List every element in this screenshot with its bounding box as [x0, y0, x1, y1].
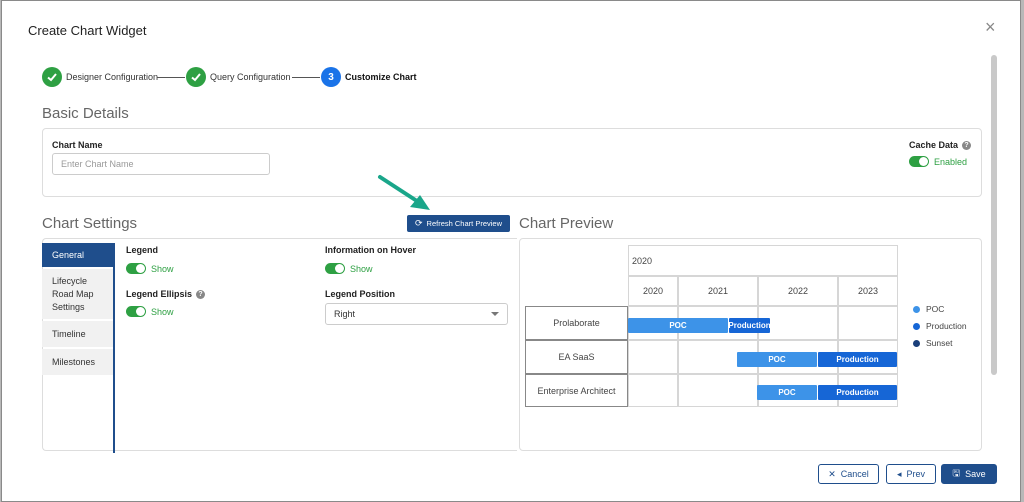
settings-nav-general[interactable]: General [42, 243, 113, 267]
legend-ellipsis-label: Legend Ellipsis? [126, 289, 206, 300]
information-on-hover-toggle[interactable]: Show [325, 263, 373, 274]
settings-nav-milestones[interactable]: Milestones [42, 349, 113, 375]
nav-divider [113, 243, 115, 453]
toggle-switch[interactable] [325, 263, 345, 274]
chevron-left-icon: ◂ [896, 468, 902, 479]
gantt-top-header: 2020 [628, 245, 898, 276]
legend-item-production[interactable]: Production [913, 321, 967, 331]
cache-data-text: Cache Data [909, 140, 959, 150]
step-connector [157, 77, 185, 78]
cancel-label: Cancel [840, 469, 869, 479]
legend-label: Production [926, 321, 967, 331]
gantt-row-label: Enterprise Architect [525, 374, 628, 407]
gantt-bar-poc: POC [757, 385, 817, 400]
save-icon: 🖫 [952, 468, 961, 478]
toggle-switch[interactable] [126, 306, 146, 317]
legend-ellipsis-value: Show [151, 306, 174, 317]
toggle-switch[interactable] [126, 263, 146, 274]
gantt-bar-poc: POC [737, 352, 817, 367]
settings-nav-lifecycle-road-map[interactable]: Lifecycle Road Map Settings [42, 269, 113, 319]
save-button[interactable]: 🖫 Save [941, 464, 997, 484]
hover-toggle-value: Show [350, 263, 373, 274]
cache-data-label: Cache Data? [909, 140, 972, 151]
chevron-down-icon [491, 312, 499, 316]
step-customize-chart[interactable]: 3 Customize Chart [321, 67, 417, 87]
close-icon[interactable]: × [985, 18, 996, 36]
legend-label: Legend [126, 245, 159, 255]
gantt-grid-cell [628, 340, 678, 374]
cache-data-toggle[interactable]: Enabled [909, 156, 967, 167]
gantt-bar-poc: POC [628, 318, 728, 333]
annotation-arrow-icon [378, 175, 430, 210]
refresh-chart-preview-button[interactable]: ⟳ Refresh Chart Preview [407, 215, 510, 232]
gantt-year-header: 2022 [758, 276, 838, 306]
step-query-configuration[interactable]: Query Configuration [186, 67, 291, 87]
check-icon [42, 67, 62, 87]
chart-name-label: Chart Name [52, 140, 103, 150]
legend-toggle-value: Show [151, 263, 174, 274]
help-icon[interactable]: ? [196, 290, 206, 300]
legend-ellipsis-text: Legend Ellipsis [126, 289, 193, 299]
step-label: Customize Chart [345, 72, 417, 82]
create-chart-widget-dialog: Create Chart Widget × Designer Configura… [1, 0, 1021, 502]
legend-dot-icon [913, 339, 920, 347]
refresh-icon: ⟳ [415, 218, 423, 228]
legend-toggle[interactable]: Show [126, 263, 174, 274]
step-number: 3 [321, 67, 341, 87]
gantt-year-header: 2020 [628, 276, 678, 306]
gantt-row-label: EA SaaS [525, 340, 628, 374]
gantt-grid-cell [838, 306, 898, 340]
legend-position-label: Legend Position [325, 289, 396, 299]
prev-button[interactable]: ◂ Prev [886, 464, 936, 484]
gantt-bar-production: Production [818, 385, 897, 400]
gantt-grid-cell [758, 306, 838, 340]
cancel-button[interactable]: ✕ Cancel [818, 464, 879, 484]
dialog-title: Create Chart Widget [28, 23, 147, 38]
step-label: Designer Configuration [66, 72, 159, 82]
step-designer-configuration[interactable]: Designer Configuration [42, 67, 158, 87]
gantt-year-header: 2021 [678, 276, 758, 306]
legend-ellipsis-toggle[interactable]: Show [126, 306, 174, 317]
gantt-year-header: 2023 [838, 276, 898, 306]
legend-item-sunset[interactable]: Sunset [913, 338, 952, 348]
gantt-bar-production: Production [818, 352, 897, 367]
gantt-row-label: Prolaborate [525, 306, 628, 340]
legend-label: POC [926, 304, 945, 314]
legend-dot-icon [913, 322, 920, 330]
scrollbar-thumb[interactable] [991, 55, 997, 375]
help-icon[interactable]: ? [962, 141, 972, 151]
chart-name-input[interactable]: Enter Chart Name [52, 153, 270, 175]
close-icon: ✕ [828, 468, 836, 479]
refresh-label: Refresh Chart Preview [426, 219, 502, 228]
information-on-hover-label: Information on Hover [325, 245, 417, 255]
legend-dot-icon [913, 305, 920, 313]
legend-item-poc[interactable]: POC [913, 304, 944, 314]
check-icon [186, 67, 206, 87]
chart-settings-heading: Chart Settings [42, 215, 138, 232]
toggle-switch[interactable] [909, 156, 929, 167]
gantt-grid-cell [628, 374, 678, 407]
legend-label: Sunset [926, 338, 953, 348]
gantt-grid-cell [678, 374, 758, 407]
gantt-bar-production: Production [729, 318, 770, 333]
step-label: Query Configuration [210, 72, 291, 82]
basic-details-heading: Basic Details [42, 105, 129, 122]
prev-label: Prev [906, 469, 926, 479]
chart-preview-heading: Chart Preview [519, 215, 614, 232]
cache-data-state: Enabled [934, 156, 968, 167]
save-label: Save [965, 469, 986, 479]
settings-nav-timeline[interactable]: Timeline [42, 321, 113, 347]
legend-position-value: Right [334, 309, 356, 319]
step-connector [292, 77, 320, 78]
legend-position-select[interactable]: Right [325, 303, 508, 325]
